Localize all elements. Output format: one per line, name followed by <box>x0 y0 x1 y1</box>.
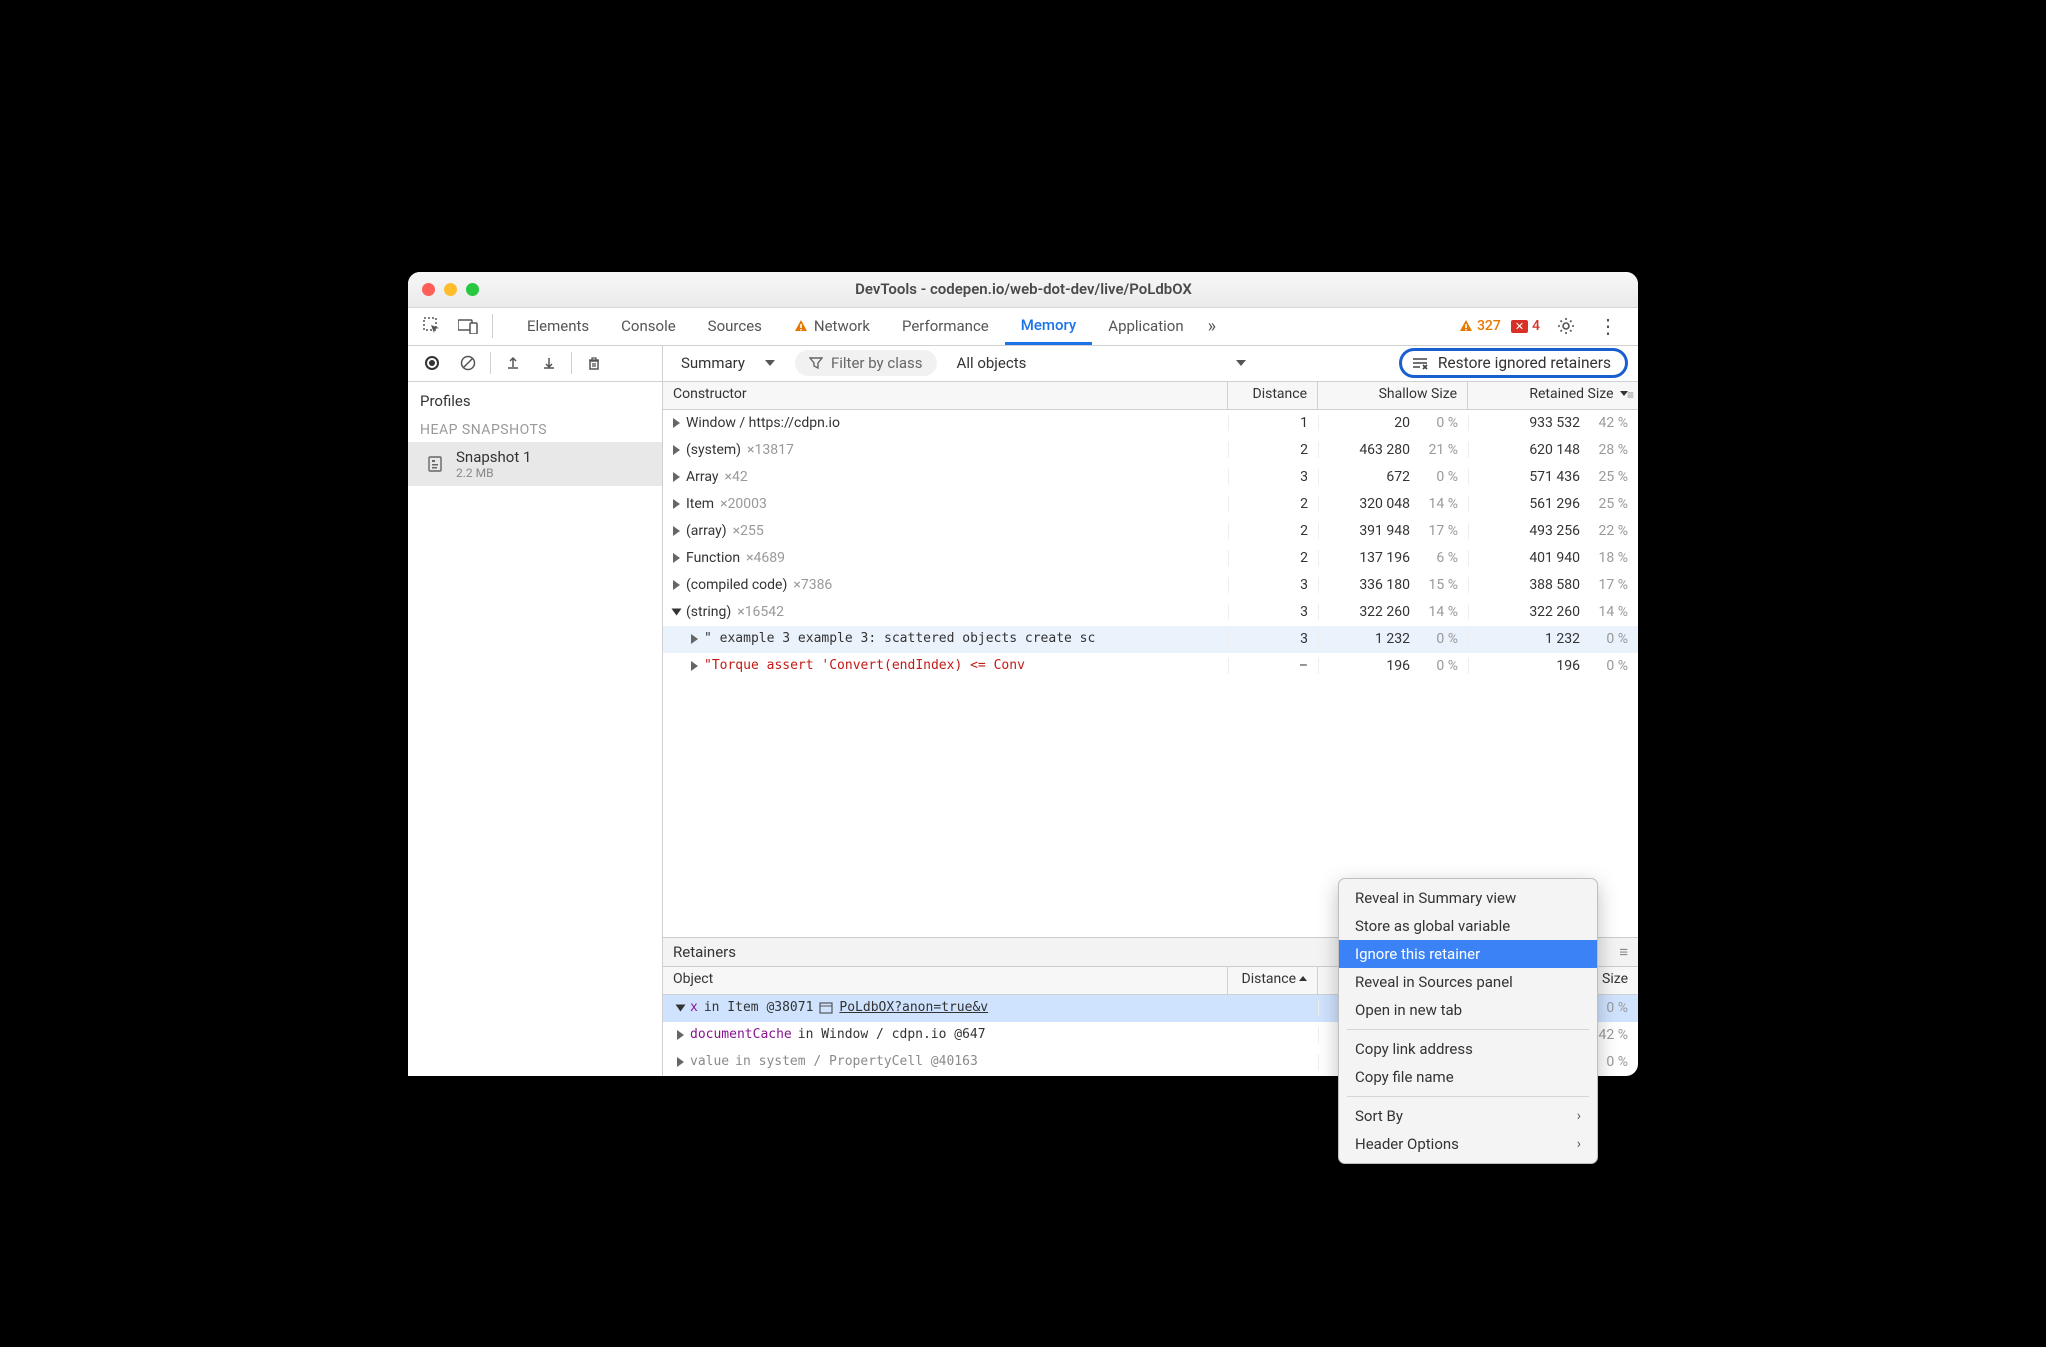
maximize-icon[interactable] <box>466 283 479 296</box>
tabbar-right: 327 ✕ 4 ⋮ <box>1459 310 1630 342</box>
record-icon[interactable] <box>418 349 446 377</box>
heap-snapshots-label: HEAP SNAPSHOTS <box>408 414 662 442</box>
table-row[interactable]: " example 3 example 3: scattered objects… <box>663 626 1638 653</box>
expand-icon[interactable] <box>691 661 698 671</box>
table-row[interactable]: Array ×42 3 6720 % 571 43625 % <box>663 464 1638 491</box>
tab-elements[interactable]: Elements <box>511 307 605 345</box>
filter-input[interactable]: Filter by class <box>795 350 937 376</box>
expand-icon[interactable] <box>673 553 680 563</box>
table-row[interactable]: (system) ×13817 2 463 28021 % 620 14828 … <box>663 437 1638 464</box>
tab-bar: Elements Console Sources Network Perform… <box>408 308 1638 346</box>
gc-icon[interactable] <box>580 349 608 377</box>
filter-icon <box>809 356 823 370</box>
table-row[interactable]: Item ×20003 2 320 04814 % 561 29625 % <box>663 491 1638 518</box>
tab-application[interactable]: Application <box>1092 307 1199 345</box>
context-menu-item[interactable]: Open in new tab <box>1339 996 1597 1024</box>
close-icon[interactable] <box>422 283 435 296</box>
context-menu-item[interactable]: Reveal in Summary view <box>1339 884 1597 912</box>
tab-console[interactable]: Console <box>605 307 692 345</box>
col-retained[interactable]: Retained Size ≡ <box>1468 382 1638 409</box>
traffic-lights <box>422 283 479 296</box>
context-menu-item[interactable]: Store as global variable <box>1339 912 1597 940</box>
expand-icon[interactable] <box>677 1057 684 1067</box>
col-constructor[interactable]: Constructor <box>663 382 1228 409</box>
clear-icon[interactable] <box>454 349 482 377</box>
sidebar-toolbar <box>408 346 662 382</box>
table-row[interactable]: Window / https://cdpn.io 1 200 % 933 532… <box>663 410 1638 437</box>
sidebar: Profiles HEAP SNAPSHOTS Snapshot 1 2.2 M… <box>408 346 663 1076</box>
load-icon[interactable] <box>499 349 527 377</box>
expand-icon[interactable] <box>673 472 680 482</box>
panel-tabs: Elements Console Sources Network Perform… <box>511 307 1455 345</box>
summary-dropdown[interactable]: Summary <box>673 352 783 374</box>
table-row[interactable]: Function ×4689 2 137 1966 % 401 94018 % <box>663 545 1638 572</box>
context-menu-item[interactable]: Sort By› <box>1339 1102 1597 1130</box>
context-menu-item[interactable]: Copy file name <box>1339 1063 1597 1091</box>
expand-icon[interactable] <box>691 634 698 644</box>
chevron-down-icon <box>765 360 775 366</box>
inspect-icon[interactable] <box>416 310 448 342</box>
panel-body: Profiles HEAP SNAPSHOTS Snapshot 1 2.2 M… <box>408 346 1638 1076</box>
context-menu-item[interactable]: Reveal in Sources panel <box>1339 968 1597 996</box>
restore-ignored-button[interactable]: Restore ignored retainers <box>1399 348 1628 378</box>
sort-asc-icon <box>1299 976 1307 981</box>
col-distance-r[interactable]: Distance <box>1228 967 1318 994</box>
minimize-icon[interactable] <box>444 283 457 296</box>
warnings-count[interactable]: 327 <box>1459 318 1501 334</box>
col-object[interactable]: Object <box>663 967 1228 994</box>
error-icon: ✕ <box>1511 320 1528 333</box>
table-row[interactable]: (compiled code) ×7386 3 336 18015 % 388 … <box>663 572 1638 599</box>
window-title: DevTools - codepen.io/web-dot-dev/live/P… <box>479 280 1568 298</box>
context-menu: Reveal in Summary viewStore as global va… <box>1338 878 1598 1164</box>
expand-icon[interactable] <box>673 445 680 455</box>
table-row[interactable]: "Torque assert 'Convert(endIndex) <= Con… <box>663 653 1638 680</box>
main-content: Summary Filter by class All objects Rest… <box>663 346 1638 1076</box>
col-shallow[interactable]: Shallow Size <box>1318 382 1468 409</box>
snapshot-title: Snapshot 1 <box>456 448 531 466</box>
settings-icon[interactable] <box>1550 310 1582 342</box>
main-toolbar: Summary Filter by class All objects Rest… <box>663 346 1638 382</box>
constructor-grid: Window / https://cdpn.io 1 200 % 933 532… <box>663 410 1638 937</box>
table-row[interactable]: (string) ×16542 3 322 26014 % 322 26014 … <box>663 599 1638 626</box>
warning-icon <box>1459 319 1473 333</box>
warning-icon <box>794 319 808 333</box>
expand-icon[interactable] <box>673 418 680 428</box>
tab-performance[interactable]: Performance <box>886 307 1005 345</box>
expand-icon[interactable] <box>676 1004 686 1011</box>
restore-icon <box>1412 356 1428 370</box>
context-menu-item[interactable]: Ignore this retainer <box>1339 940 1597 968</box>
all-objects-dropdown[interactable]: All objects <box>949 352 1255 374</box>
grid-header: Constructor Distance Shallow Size Retain… <box>663 382 1638 410</box>
col-distance[interactable]: Distance <box>1228 382 1318 409</box>
more-icon[interactable]: ⋮ <box>1592 310 1624 342</box>
context-menu-item[interactable]: Header Options› <box>1339 1130 1597 1158</box>
tab-sources[interactable]: Sources <box>692 307 778 345</box>
device-icon[interactable] <box>452 310 484 342</box>
profiles-label: Profiles <box>408 382 662 414</box>
chevron-down-icon <box>1236 360 1246 366</box>
expand-icon[interactable] <box>673 499 680 509</box>
expand-icon[interactable] <box>673 526 680 536</box>
tab-network[interactable]: Network <box>778 307 886 345</box>
table-row[interactable]: (array) ×255 2 391 94817 % 493 25622 % <box>663 518 1638 545</box>
expand-icon[interactable] <box>672 608 682 615</box>
devtools-window: DevTools - codepen.io/web-dot-dev/live/P… <box>408 272 1638 1076</box>
expand-icon[interactable] <box>677 1030 684 1040</box>
context-menu-item[interactable]: Copy link address <box>1339 1035 1597 1063</box>
snapshot-icon <box>426 454 446 474</box>
more-tabs[interactable]: » <box>1200 307 1224 345</box>
menu-icon[interactable]: ≡ <box>1619 943 1628 961</box>
snapshot-item[interactable]: Snapshot 1 2.2 MB <box>408 442 662 486</box>
snapshot-size: 2.2 MB <box>456 466 531 480</box>
titlebar: DevTools - codepen.io/web-dot-dev/live/P… <box>408 272 1638 308</box>
errors-count[interactable]: ✕ 4 <box>1511 318 1540 334</box>
tab-memory[interactable]: Memory <box>1005 307 1093 345</box>
expand-icon[interactable] <box>673 580 680 590</box>
save-icon[interactable] <box>535 349 563 377</box>
menu-icon[interactable]: ≡ <box>1627 388 1634 402</box>
